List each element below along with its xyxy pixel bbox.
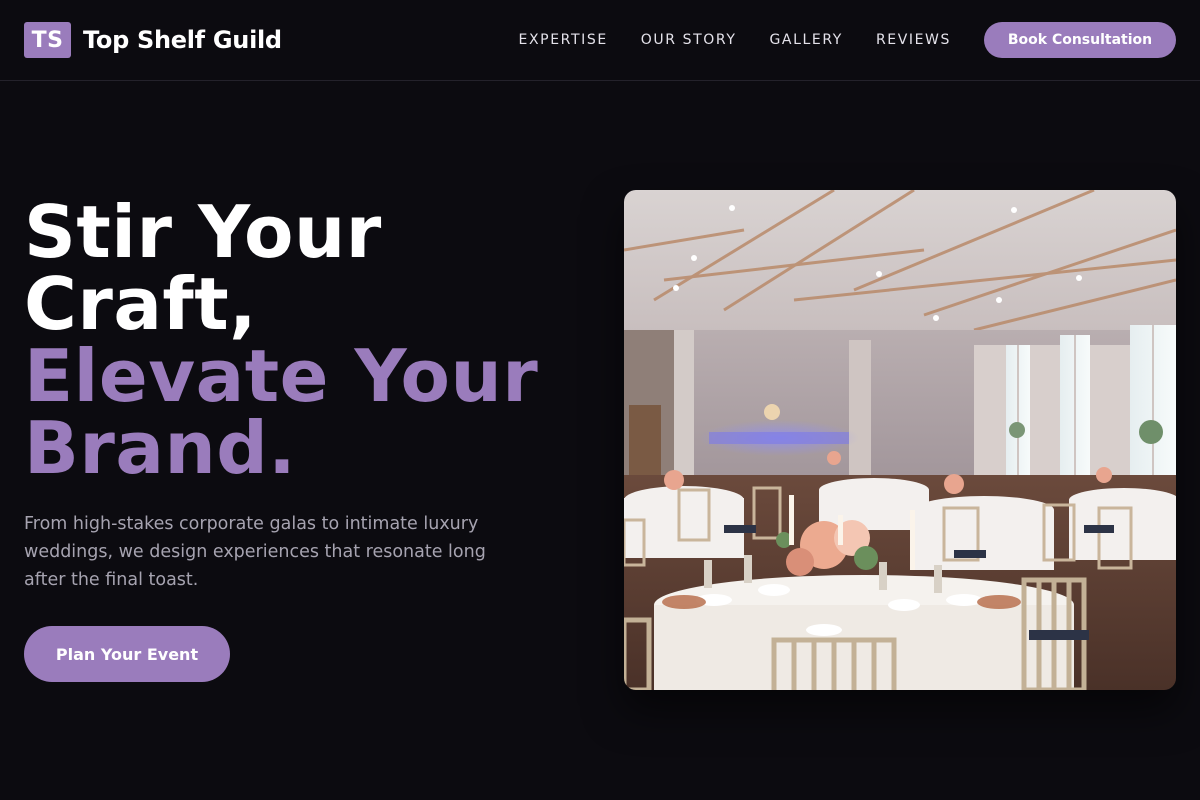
brand-name[interactable]: Top Shelf Guild	[83, 26, 282, 54]
nav-link-expertise[interactable]: EXPERTISE	[519, 32, 608, 48]
landing-page: TS Top Shelf Guild EXPERTISE OUR STORY G…	[0, 0, 1200, 800]
plan-your-event-button[interactable]: Plan Your Event	[24, 626, 230, 682]
hero-title: Stir Your Craft, Elevate Your Brand.	[24, 196, 538, 484]
hero-title-line: Stir Your	[24, 190, 382, 274]
hero-title-accent-line: Elevate Your	[24, 334, 539, 418]
brand[interactable]: TS Top Shelf Guild	[24, 22, 282, 58]
book-consultation-button[interactable]: Book Consultation	[984, 22, 1176, 58]
nav-link-reviews[interactable]: REVIEWS	[876, 32, 951, 48]
nav-link-our-story[interactable]: OUR STORY	[641, 32, 737, 48]
logo-badge[interactable]: TS	[24, 22, 71, 58]
hero-subtitle: From high-stakes corporate galas to inti…	[24, 514, 486, 590]
hero-title-line: Craft,	[24, 262, 258, 346]
main-nav: EXPERTISE OUR STORY GALLERY REVIEWS Book…	[519, 22, 1176, 58]
site-header: TS Top Shelf Guild EXPERTISE OUR STORY G…	[0, 0, 1200, 81]
hero-title-accent-line: Brand.	[24, 406, 297, 490]
nav-link-gallery[interactable]: GALLERY	[769, 32, 842, 48]
banquet-hall-image	[624, 190, 1176, 690]
